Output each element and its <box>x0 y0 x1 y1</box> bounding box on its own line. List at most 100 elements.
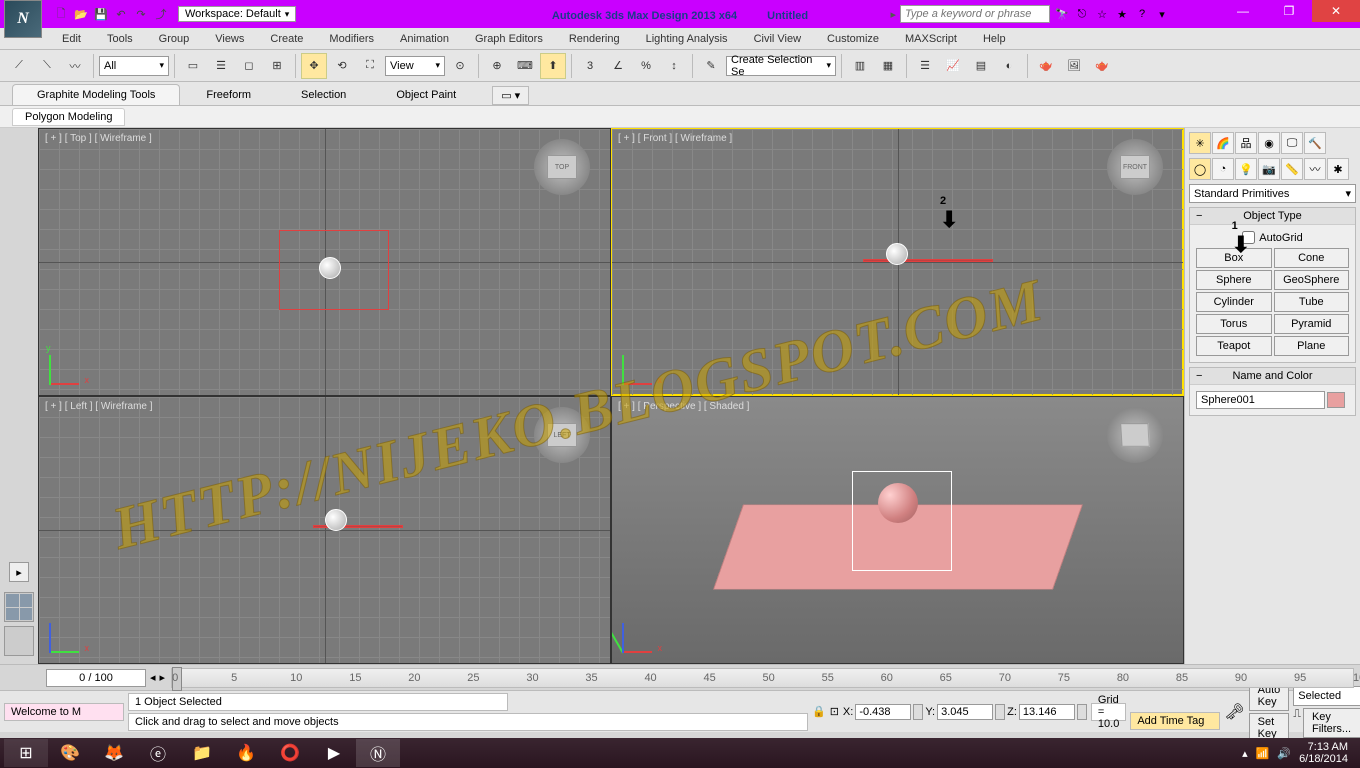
communication-icon[interactable]: ⎋ <box>1074 6 1090 22</box>
geosphere-button[interactable]: GeoSphere <box>1274 270 1350 290</box>
material-editor-icon[interactable]: ◐ <box>996 53 1022 79</box>
selection-filter[interactable]: All <box>99 56 169 76</box>
motion-tab-icon[interactable]: ◉ <box>1258 132 1280 154</box>
object-type-header[interactable]: Object Type <box>1190 208 1355 225</box>
ribbon-tab-graphite[interactable]: Graphite Modeling Tools <box>12 84 180 105</box>
select-rotate-icon[interactable]: ⟲ <box>329 53 355 79</box>
tray-volume-icon[interactable]: 🔊 <box>1277 747 1291 760</box>
object-name-input[interactable] <box>1196 391 1325 409</box>
object-color-swatch[interactable] <box>1327 392 1345 408</box>
z-spinner[interactable] <box>1077 704 1087 720</box>
select-name-icon[interactable]: ☰ <box>208 53 234 79</box>
ribbon-collapse-button[interactable]: ▭ ▾ <box>492 86 529 105</box>
search-input[interactable] <box>900 5 1050 23</box>
select-region-icon[interactable]: ◻ <box>236 53 262 79</box>
undo-icon[interactable]: ↶ <box>112 5 130 23</box>
sphere-button[interactable]: Sphere <box>1196 270 1272 290</box>
percent-snap-icon[interactable]: % <box>633 53 659 79</box>
teapot-button[interactable]: Teapot <box>1196 336 1272 356</box>
angle-snap-icon[interactable]: ∠ <box>605 53 631 79</box>
app-logo[interactable] <box>4 0 42 38</box>
open-icon[interactable]: 📂 <box>72 5 90 23</box>
render-setup-icon[interactable]: 🫖 <box>1033 53 1059 79</box>
use-center-icon[interactable]: ⊙ <box>447 53 473 79</box>
lock-icon[interactable]: 🔒 <box>812 705 826 718</box>
display-tab-icon[interactable]: 🖵 <box>1281 132 1303 154</box>
rendered-frame-icon[interactable]: 🖼 <box>1061 53 1087 79</box>
utilities-tab-icon[interactable]: 🔨 <box>1304 132 1326 154</box>
maximize-button[interactable]: ❐ <box>1266 0 1312 22</box>
menu-customize[interactable]: Customize <box>815 31 891 47</box>
link-icon[interactable]: ⤴ <box>152 5 170 23</box>
window-crossing-icon[interactable]: ⊞ <box>264 53 290 79</box>
start-button[interactable]: ⊞ <box>4 739 48 767</box>
viewport-left[interactable]: [ + ] [ Left ] [ Wireframe ] LEFT <box>39 397 610 663</box>
ribbon-tab-selection[interactable]: Selection <box>277 85 370 105</box>
x-spinner[interactable] <box>913 704 923 720</box>
lights-cat-icon[interactable]: 💡 <box>1235 158 1257 180</box>
keyboard-shortcut-icon[interactable]: ⌨ <box>512 53 538 79</box>
timeline-prev-icon[interactable]: ◂ <box>150 671 156 684</box>
unlink-icon[interactable]: ⟍ <box>34 53 60 79</box>
ribbon-tab-objectpaint[interactable]: Object Paint <box>372 85 480 105</box>
z-coord-input[interactable] <box>1019 704 1075 720</box>
menu-lighting[interactable]: Lighting Analysis <box>634 31 740 47</box>
edit-named-sel-icon[interactable]: ✎ <box>698 53 724 79</box>
timeline-next-icon[interactable]: ▸ <box>160 671 166 684</box>
help-icon[interactable]: ? <box>1134 6 1150 22</box>
cameras-cat-icon[interactable]: 📷 <box>1258 158 1280 180</box>
named-selection-set[interactable]: Create Selection Se <box>726 56 836 76</box>
x-coord-input[interactable] <box>855 704 911 720</box>
spacewarps-cat-icon[interactable]: 〰 <box>1304 158 1326 180</box>
shapes-cat-icon[interactable]: ◔ <box>1212 158 1234 180</box>
menu-edit[interactable]: Edit <box>50 31 93 47</box>
y-spinner[interactable] <box>995 704 1005 720</box>
taskbar-3dsmax-icon[interactable]: Ⓝ <box>356 739 400 767</box>
hierarchy-tab-icon[interactable]: 品 <box>1235 132 1257 154</box>
menu-modifiers[interactable]: Modifiers <box>317 31 386 47</box>
taskbar-ie-icon[interactable]: ⓔ <box>136 739 180 767</box>
select-link-icon[interactable]: ⟋ <box>6 53 32 79</box>
geometry-cat-icon[interactable]: ◯ <box>1189 158 1211 180</box>
menu-civilview[interactable]: Civil View <box>742 31 813 47</box>
viewcube-front[interactable]: FRONT <box>1107 139 1163 195</box>
create-tab-icon[interactable]: ✳ <box>1189 132 1211 154</box>
select-object-icon[interactable]: ▭ <box>180 53 206 79</box>
cone-button[interactable]: Cone <box>1274 248 1350 268</box>
favorites-icon[interactable]: ★ <box>1114 6 1130 22</box>
mirror-icon[interactable]: ▥ <box>847 53 873 79</box>
taskbar-paint-icon[interactable]: 🎨 <box>48 739 92 767</box>
viewport-perspective[interactable]: [ + ] [ Perspective ] [ Shaded ] <box>612 397 1183 663</box>
minimize-button[interactable]: — <box>1220 0 1266 22</box>
bind-spacewarp-icon[interactable]: 〰 <box>62 53 88 79</box>
timeline-ruler[interactable]: 0510152025303540455055606570758085909510… <box>171 668 1354 688</box>
viewport-top[interactable]: [ + ] [ Top ] [ Wireframe ] TOP <box>39 129 610 395</box>
primitive-category[interactable]: Standard Primitives <box>1189 184 1356 203</box>
new-icon[interactable]: 🗋 <box>52 5 70 23</box>
snap-3-icon[interactable]: 3 <box>577 53 603 79</box>
viewcube-top[interactable]: TOP <box>534 139 590 195</box>
name-color-header[interactable]: Name and Color <box>1190 368 1355 385</box>
viewcube-left[interactable]: LEFT <box>534 407 590 463</box>
viewport-layout-alt[interactable] <box>4 626 34 656</box>
layer-manager-icon[interactable]: ☰ <box>912 53 938 79</box>
taskbar-media-icon[interactable]: 🔥 <box>224 739 268 767</box>
menu-grapheditors[interactable]: Graph Editors <box>463 31 555 47</box>
ribbon-tab-freeform[interactable]: Freeform <box>182 85 275 105</box>
keyfilter-icon[interactable]: ⎍ <box>1293 708 1301 738</box>
schematic-icon[interactable]: ▤ <box>968 53 994 79</box>
menu-animation[interactable]: Animation <box>388 31 461 47</box>
menu-help[interactable]: Help <box>971 31 1018 47</box>
menu-tools[interactable]: Tools <box>95 31 145 47</box>
modify-tab-icon[interactable]: 🌈 <box>1212 132 1234 154</box>
snap-toggle-icon[interactable]: ⬆ <box>540 53 566 79</box>
align-icon[interactable]: ▦ <box>875 53 901 79</box>
menu-create[interactable]: Create <box>258 31 315 47</box>
redo-icon[interactable]: ↷ <box>132 5 150 23</box>
curve-editor-icon[interactable]: 📈 <box>940 53 966 79</box>
sub-tab-polygon[interactable]: Polygon Modeling <box>12 108 125 126</box>
y-coord-input[interactable] <box>937 704 993 720</box>
menu-maxscript[interactable]: MAXScript <box>893 31 969 47</box>
viewport-layout-button[interactable] <box>4 592 34 622</box>
menu-rendering[interactable]: Rendering <box>557 31 632 47</box>
